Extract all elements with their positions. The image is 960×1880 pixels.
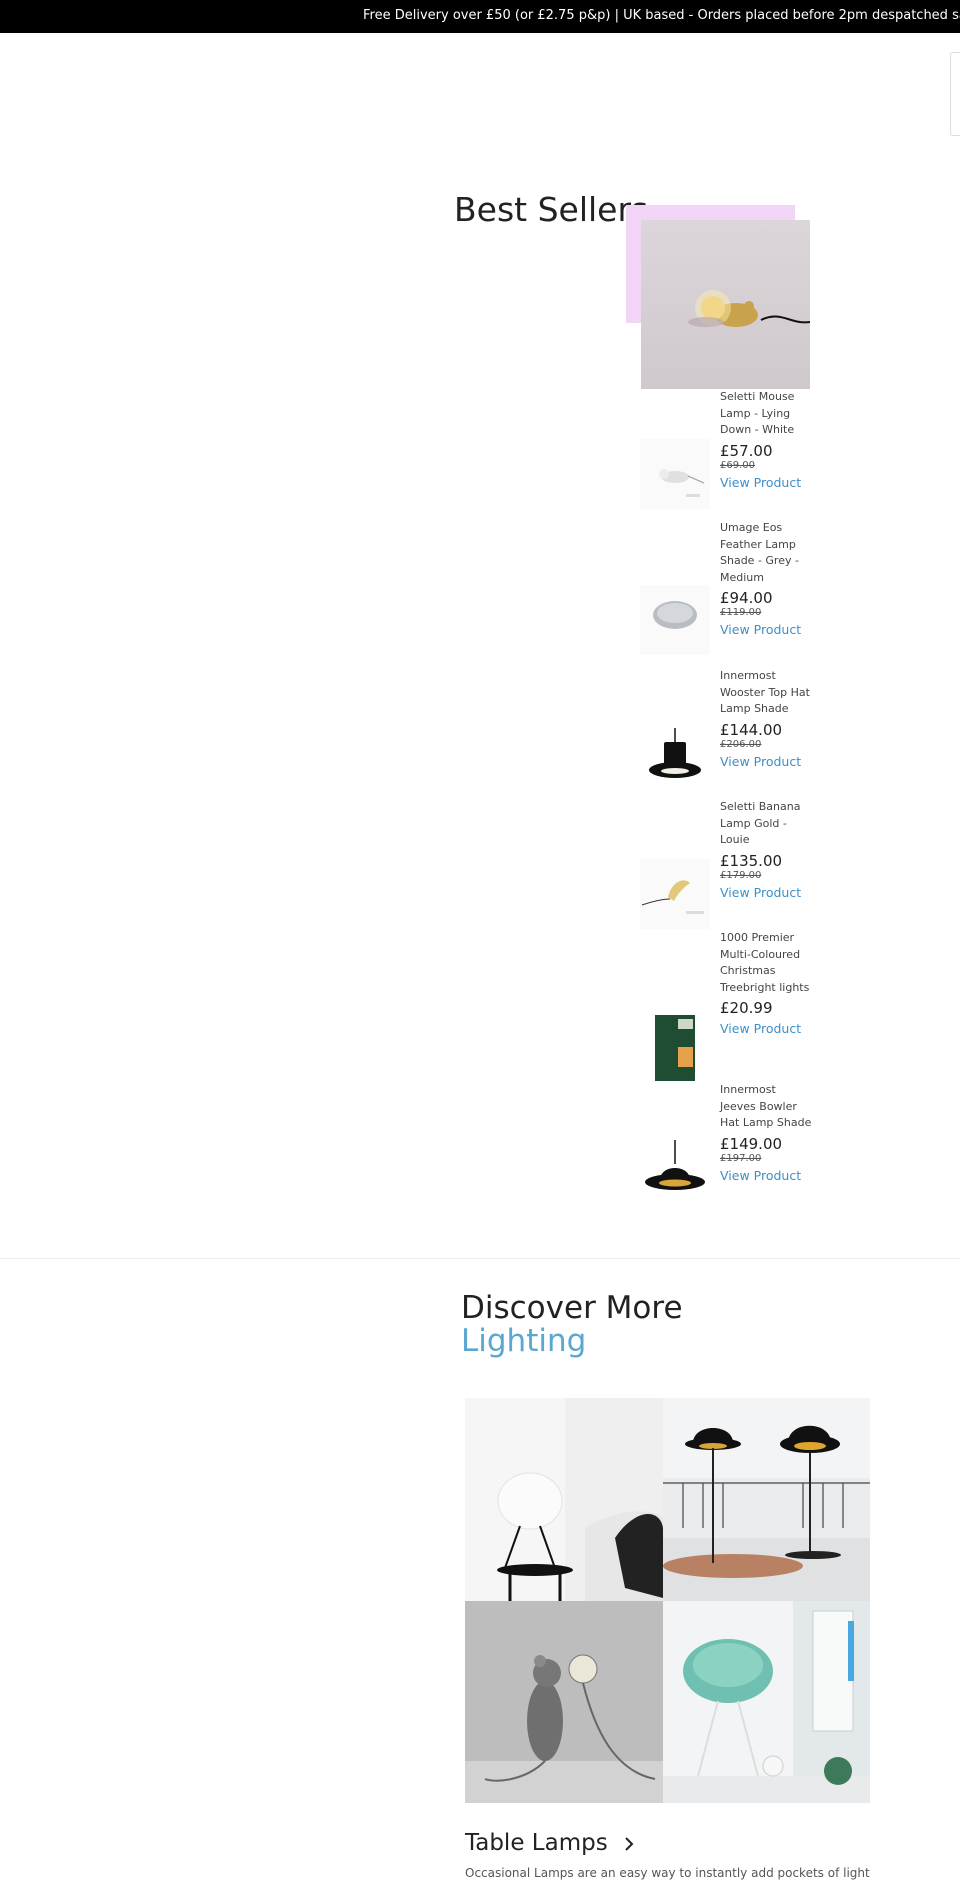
mouse-lamp-illustration — [688, 290, 810, 327]
category-link-table-lamps[interactable]: Table Lamps — [465, 1830, 635, 1857]
product-old-price: £179.00 — [720, 869, 762, 881]
product-name: Umage Eos Feather Lamp Shade - Grey - Me… — [720, 521, 799, 584]
product-old-price: £197.00 — [720, 1152, 762, 1164]
search-input[interactable] — [950, 52, 960, 136]
product-name: Innermost Jeeves Bowler Hat Lamp Shade — [720, 1083, 812, 1129]
view-product-link[interactable]: View Product — [720, 753, 815, 770]
product-price: £149.00 — [720, 1134, 783, 1153]
product-card[interactable]: Seletti Mouse Lamp - Lying Down - White … — [640, 389, 820, 519]
product-name: Seletti Banana Lamp Gold - Louie — [720, 800, 801, 846]
product-name: 1000 Premier Multi-Coloured Christmas Tr… — [720, 931, 810, 994]
category-description: Occasional Lamps are an easy way to inst… — [465, 1866, 870, 1880]
discover-title-line2: Lighting — [461, 1323, 587, 1359]
product-name: Seletti Mouse Lamp - Lying Down - White — [720, 390, 795, 436]
product-price: £135.00 — [720, 851, 783, 870]
product-thumbnail[interactable] — [640, 1013, 710, 1083]
announcement-bar: Free Delivery over £50 (or £2.75 p&p) | … — [0, 0, 960, 33]
view-product-link[interactable]: View Product — [720, 621, 815, 638]
chevron-right-icon — [623, 1831, 635, 1857]
product-price: £94.00 — [720, 589, 773, 607]
bowler-hat-lamps-image — [663, 1398, 870, 1601]
feather-lamp-image — [465, 1398, 663, 1601]
product-thumbnail[interactable] — [640, 585, 710, 655]
category-title: Table Lamps — [465, 1830, 608, 1856]
product-name: Innermost Wooster Top Hat Lamp Shade — [720, 669, 810, 715]
view-product-link[interactable]: View Product — [720, 1020, 815, 1037]
announcement-text: Free Delivery over £50 (or £2.75 p&p) | … — [363, 8, 960, 23]
mouse-lamp-image — [465, 1601, 663, 1803]
view-product-link[interactable]: View Product — [720, 474, 815, 491]
product-price: £144.00 — [720, 720, 783, 739]
product-old-price: £119.00 — [720, 607, 762, 618]
category-image-grid[interactable] — [465, 1398, 870, 1803]
product-thumbnail[interactable] — [640, 439, 710, 509]
view-product-link[interactable]: View Product — [720, 1167, 815, 1184]
product-old-price: £69.00 — [720, 459, 755, 471]
discover-more-title: Discover More Lighting — [461, 1292, 683, 1358]
product-thumbnail[interactable] — [640, 1140, 710, 1210]
featured-product-image[interactable] — [641, 220, 810, 389]
product-card[interactable]: 1000 Premier Multi-Coloured Christmas Tr… — [640, 930, 820, 1083]
product-card[interactable]: Umage Eos Feather Lamp Shade - Grey - Me… — [640, 520, 820, 665]
mint-feather-lamp-image — [663, 1601, 870, 1803]
product-card[interactable]: Seletti Banana Lamp Gold - Louie £135.00… — [640, 799, 820, 929]
product-thumbnail[interactable] — [640, 859, 710, 929]
product-price: £20.99 — [720, 999, 773, 1017]
best-sellers-title: Best Sellers — [454, 190, 649, 229]
product-thumbnail[interactable] — [640, 728, 710, 798]
product-card[interactable]: Innermost Wooster Top Hat Lamp Shade £14… — [640, 668, 820, 798]
section-divider — [0, 1258, 960, 1259]
product-card[interactable]: Innermost Jeeves Bowler Hat Lamp Shade £… — [640, 1082, 820, 1212]
product-price: £57.00 — [720, 441, 773, 460]
product-old-price: £206.00 — [720, 738, 762, 750]
view-product-link[interactable]: View Product — [720, 884, 815, 901]
discover-title-line1: Discover More — [461, 1290, 683, 1326]
